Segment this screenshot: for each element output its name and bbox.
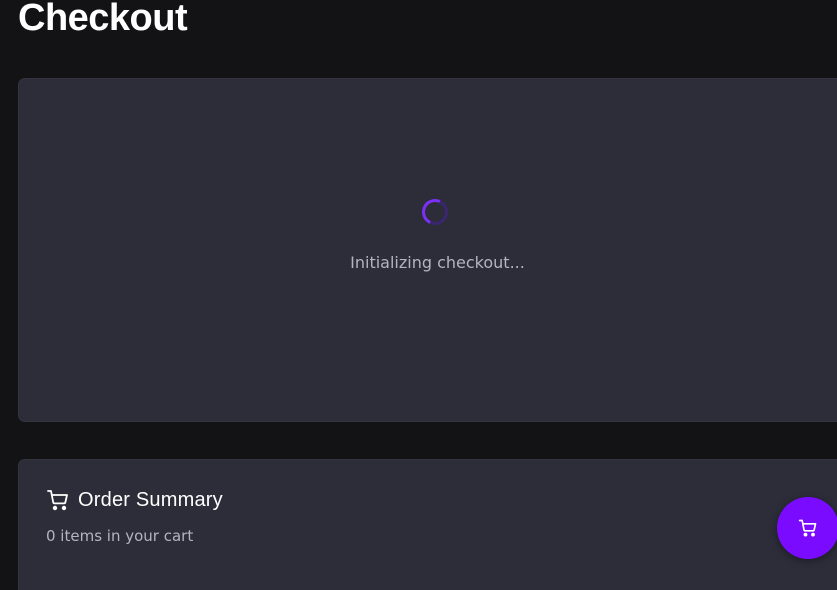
page-title: Checkout: [18, 0, 188, 39]
cart-icon: [46, 488, 70, 512]
order-summary-card: Order Summary 0 items in your cart: [18, 459, 837, 590]
order-summary-header: Order Summary: [46, 488, 223, 512]
loading-text: Initializing checkout...: [350, 253, 525, 272]
loading-spinner-icon: [418, 195, 452, 229]
cart-fab-button[interactable]: [777, 497, 837, 559]
cart-icon: [798, 518, 818, 538]
checkout-loading-card: Initializing checkout...: [18, 78, 837, 422]
cart-item-count: 0 items in your cart: [46, 527, 194, 545]
order-summary-title: Order Summary: [78, 488, 223, 511]
